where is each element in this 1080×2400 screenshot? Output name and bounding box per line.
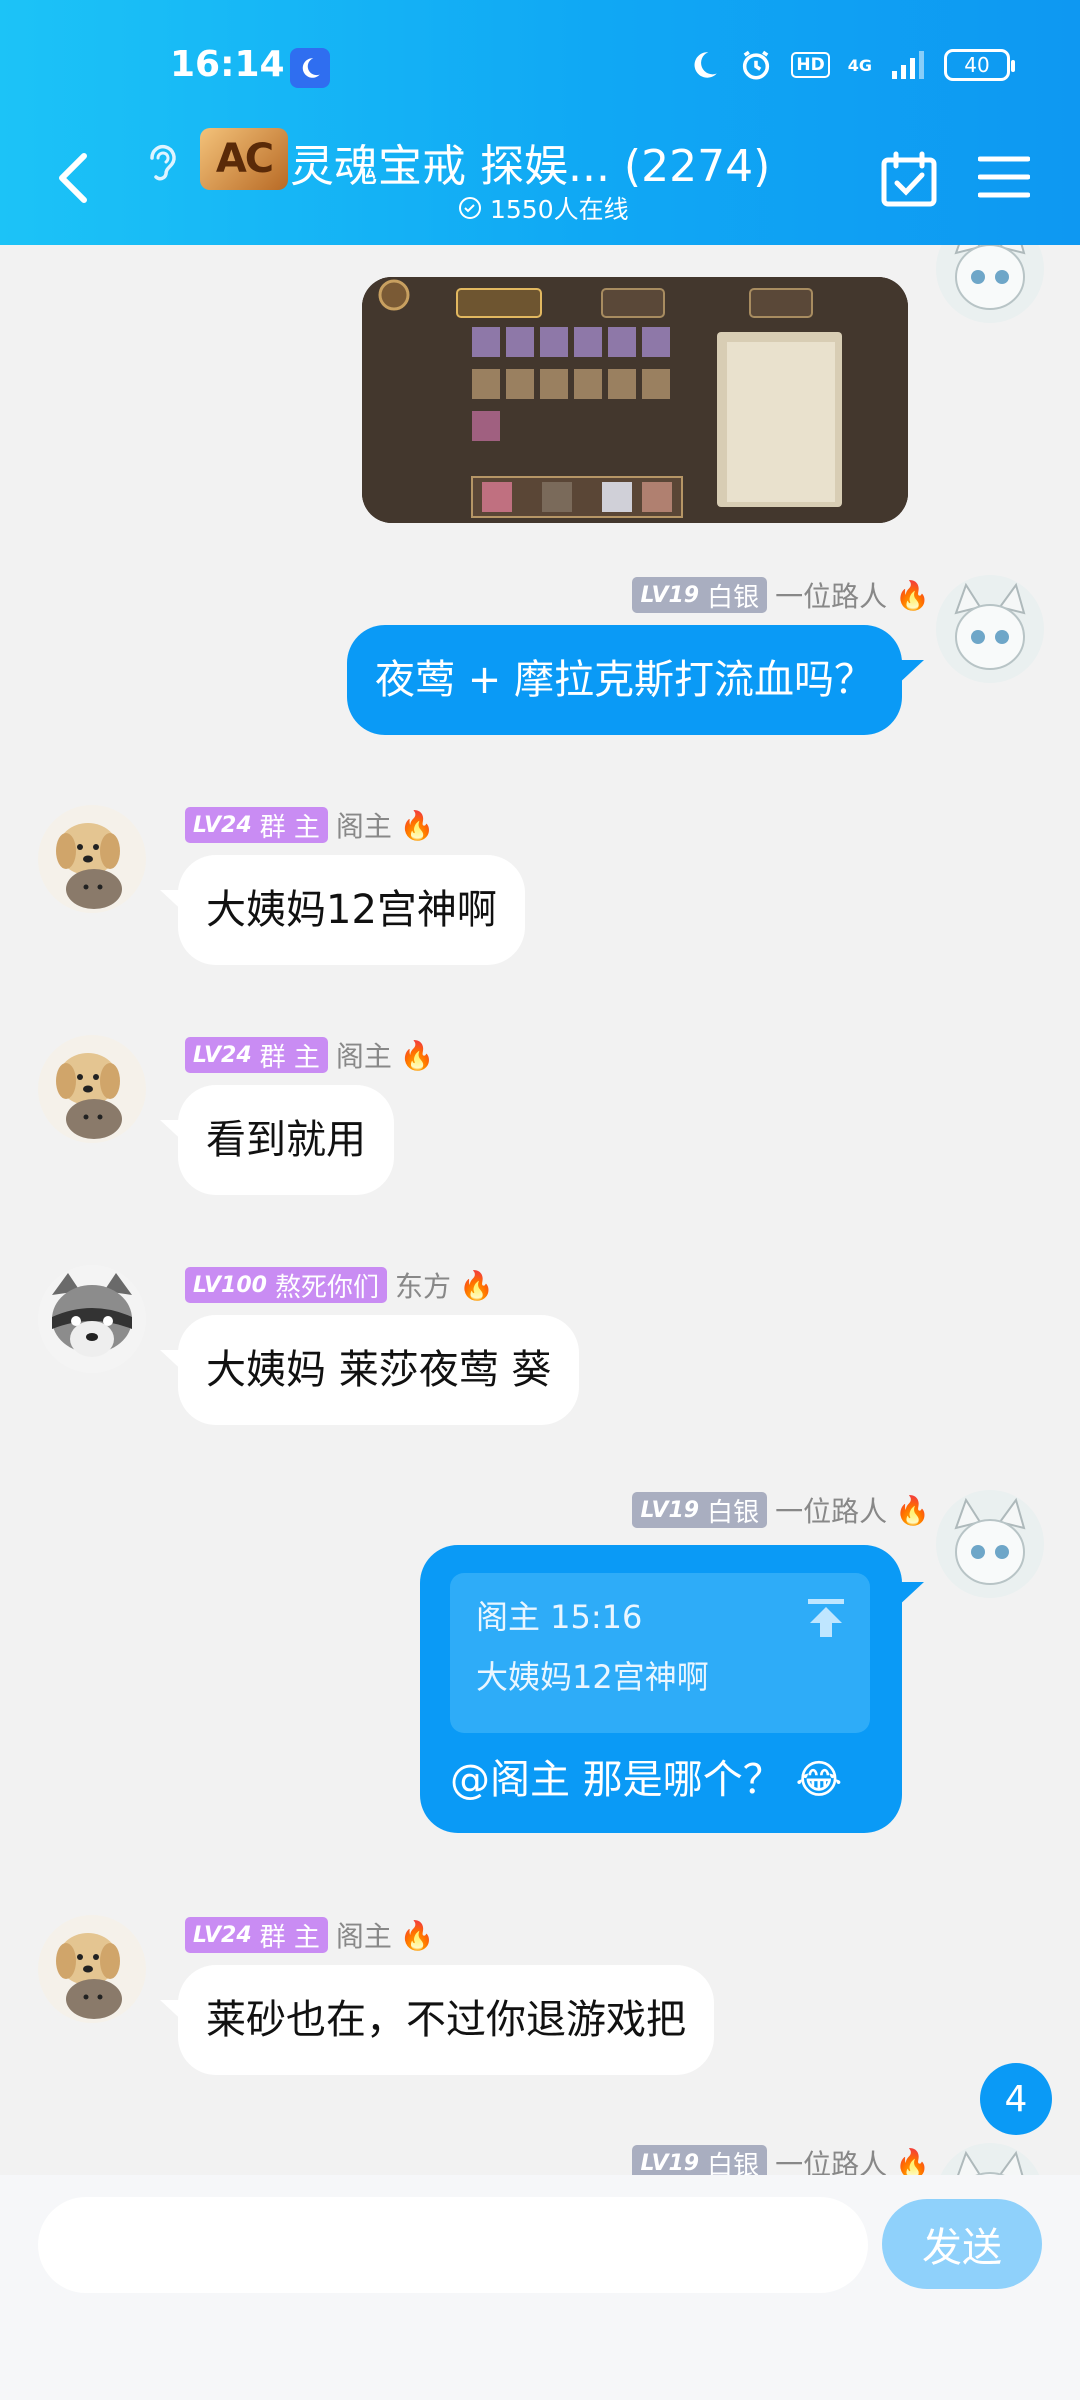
do-not-disturb-icon	[290, 48, 330, 88]
message-bubble[interactable]: 阁主 15:16 大姨妈12宫神啊 @阁主 那是哪个？ 😂	[420, 1545, 902, 1833]
input-bar: 发送	[0, 2175, 1080, 2400]
moon-icon	[694, 52, 718, 78]
sender-name: 一位路人	[775, 580, 888, 613]
unread-count-badge[interactable]: 4	[980, 2063, 1052, 2135]
reply-text: 大姨妈12宫神啊	[476, 1658, 709, 1696]
send-button[interactable]: 发送	[882, 2199, 1042, 2289]
level-badge: LV19 白银	[632, 1492, 768, 1528]
alarm-icon	[743, 50, 770, 80]
fire-icon: 🔥	[399, 1038, 435, 1072]
level-badge: LV100 熬死你们	[185, 1267, 387, 1303]
message-bubble[interactable]: 大姨妈12宫神啊	[178, 855, 525, 965]
sender-info: LV24 群 主 阁主 🔥	[185, 805, 435, 845]
avatar[interactable]	[936, 1490, 1044, 1598]
message-text: @阁主 那是哪个？	[450, 1757, 783, 1803]
fire-icon: 🔥	[458, 1268, 494, 1302]
laughing-emoji-icon: 😂	[795, 1757, 843, 1803]
message-bubble[interactable]: 看到就用	[178, 1085, 394, 1195]
status-time: 16:14	[170, 44, 285, 85]
avatar[interactable]	[936, 2143, 1044, 2175]
avatar[interactable]	[936, 245, 1044, 323]
message-bubble[interactable]: 大姨妈 莱莎夜莺 葵	[178, 1315, 580, 1425]
sender-info: LV24 群 主 阁主 🔥	[185, 1035, 435, 1075]
sender-info: LV19 白银 一位路人 🔥	[632, 1490, 930, 1530]
game-screenshot-image[interactable]	[362, 277, 908, 523]
check-circle-icon	[459, 197, 481, 219]
sender-name: 阁主	[335, 810, 392, 843]
fire-icon: 🔥	[399, 808, 435, 842]
sender-info: LV19 白银 一位路人 🔥	[632, 2143, 930, 2175]
status-icons: HD 4G 40	[687, 48, 1015, 82]
jump-to-message-icon[interactable]	[804, 1595, 848, 1639]
network-type: 4G	[847, 55, 872, 75]
avatar[interactable]	[936, 575, 1044, 683]
battery-indicator: 40	[944, 49, 1015, 81]
chat-screen: 16:14 HD 4G 40 AC 灵魂宝戒 探娱... (2274) 1550…	[0, 0, 1080, 2400]
reply-body: @阁主 那是哪个？ 😂	[450, 1753, 872, 1807]
level-badge: LV24 群 主	[185, 1037, 328, 1073]
online-count-text: 1550人在线	[490, 195, 629, 224]
fire-icon: 🔥	[895, 2146, 930, 2176]
fire-icon: 🔥	[895, 578, 930, 612]
sender-info: LV24 群 主 阁主 🔥	[185, 1915, 435, 1955]
message-bubble[interactable]: 夜莺 + 摩拉克斯打流血吗？	[347, 625, 902, 735]
back-icon[interactable]	[50, 148, 100, 208]
sender-name: 一位路人	[775, 2148, 888, 2175]
sender-name: 阁主	[335, 1920, 392, 1953]
avatar[interactable]	[38, 1265, 146, 1373]
avatar[interactable]	[38, 1035, 146, 1143]
level-badge: LV24 群 主	[185, 1917, 328, 1953]
header: 16:14 HD 4G 40 AC 灵魂宝戒 探娱... (2274) 1550…	[0, 0, 1080, 245]
message-input[interactable]	[38, 2197, 868, 2293]
sender-name: 东方	[394, 1270, 451, 1303]
sender-name: 一位路人	[775, 1495, 888, 1528]
calendar-check-icon[interactable]	[880, 150, 938, 208]
message-bubble[interactable]: 莱砂也在，不过你退游戏把	[178, 1965, 714, 2075]
level-badge: LV19 白银	[632, 2145, 768, 2175]
level-badge: LV24 群 主	[185, 807, 328, 843]
group-logo: AC	[200, 128, 288, 190]
fire-icon: 🔥	[399, 1918, 435, 1952]
sender-info: LV19 白银 一位路人 🔥	[632, 575, 930, 615]
reply-author: 阁主 15:16	[476, 1598, 643, 1636]
sender-name: 阁主	[335, 1040, 392, 1073]
online-count: 1550人在线	[458, 190, 629, 226]
group-title[interactable]: 灵魂宝戒 探娱... (2274)	[290, 130, 770, 194]
ear-icon[interactable]	[142, 140, 182, 186]
sender-info: LV100 熬死你们 东方 🔥	[185, 1265, 494, 1305]
chat-area[interactable]: LV19 白银 一位路人 🔥 夜莺 + 摩拉克斯打流血吗？ LV24 群 主 阁主 …	[0, 245, 1080, 2175]
menu-icon[interactable]	[978, 155, 1030, 199]
fire-icon: 🔥	[895, 1493, 930, 1527]
avatar[interactable]	[38, 805, 146, 913]
bubble-tail	[896, 1582, 924, 1608]
bubble-tail	[896, 660, 924, 686]
avatar[interactable]	[38, 1915, 146, 2023]
signal-icon	[892, 51, 924, 79]
level-badge: LV19 白银	[632, 577, 768, 613]
hd-badge: HD	[791, 52, 830, 78]
reply-quote[interactable]: 阁主 15:16 大姨妈12宫神啊	[450, 1573, 870, 1733]
